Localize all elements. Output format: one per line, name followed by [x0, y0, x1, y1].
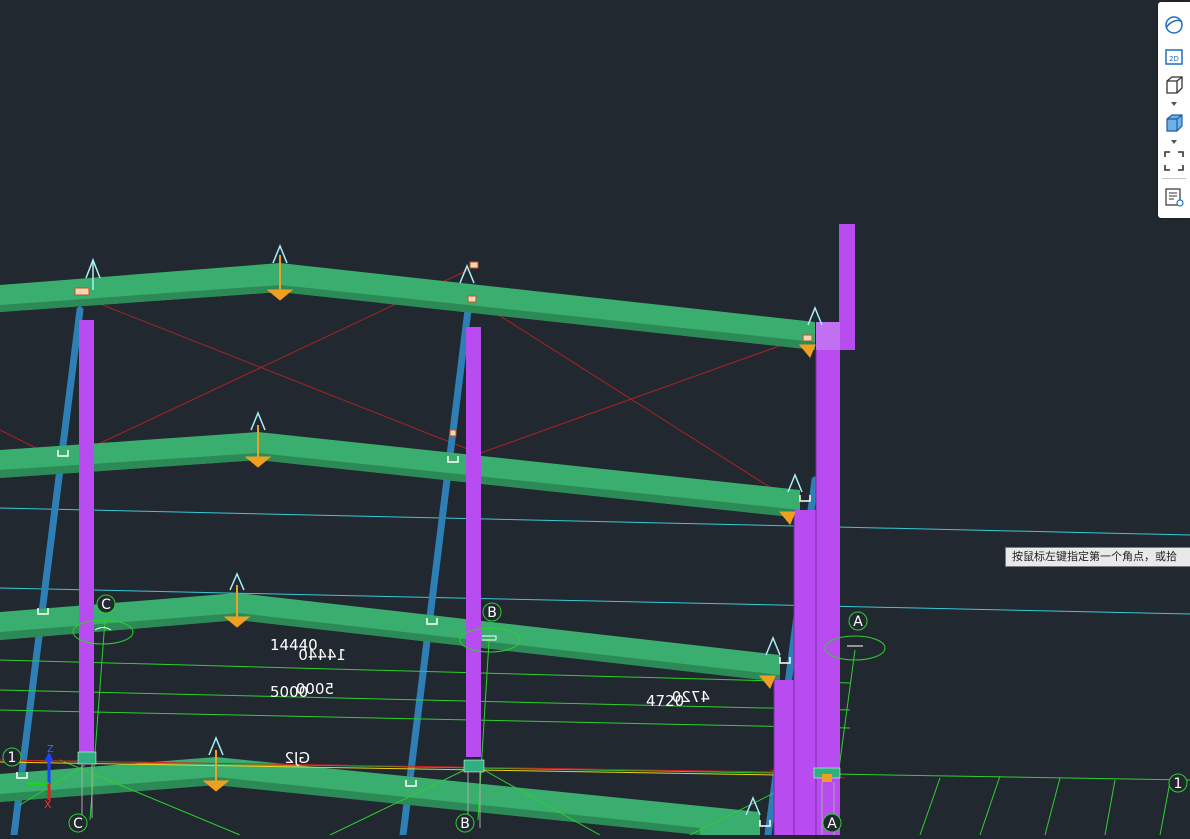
grid-bubble-a-bottom: A: [827, 816, 837, 832]
visual-style-button[interactable]: [1161, 110, 1187, 136]
model-viewport[interactable]: C B A C B A 1 1 14440 14440 5000 5000 47…: [0, 0, 1190, 839]
properties-button[interactable]: [1161, 184, 1187, 210]
navigation-toolbar: 2D: [1158, 2, 1190, 218]
orbit-icon: [1165, 16, 1183, 34]
grid-bubble-1-left: 1: [8, 750, 17, 766]
shaded-cube-icon: [1166, 114, 1183, 132]
list-view-icon: [1165, 188, 1184, 207]
model-canvas[interactable]: C B A C B A 1 1 14440 14440 5000 5000 47…: [0, 0, 1190, 839]
view-cube-button[interactable]: [1161, 72, 1187, 98]
grid-bubble-c-top: C: [101, 597, 111, 613]
command-tooltip: 按鼠标左键指定第一个角点，或拾: [1005, 547, 1190, 567]
grid-bubble-1-right: 1: [1174, 776, 1183, 792]
zoom-extents-icon: [1164, 151, 1184, 171]
ucs-x-label: X: [44, 798, 52, 811]
dim-5000-mirrored-label: 5000: [296, 680, 334, 698]
view-2d-button[interactable]: 2D: [1161, 44, 1187, 70]
view-2d-icon: 2D: [1165, 49, 1183, 65]
grid-bubble-b-top: B: [487, 605, 497, 621]
wireframe-cube-icon: [1166, 76, 1183, 94]
grid-bubble-a-top: A: [853, 614, 863, 630]
zoom-extents-button[interactable]: [1161, 148, 1187, 174]
chevron-down-icon[interactable]: [1170, 101, 1178, 107]
orbit-button[interactable]: [1161, 12, 1187, 38]
member-label-gj2: GJ2: [284, 749, 310, 767]
grid-bubble-b-bottom: B: [460, 816, 470, 832]
grid-bubble-c-bottom: C: [73, 816, 83, 832]
chevron-down-icon[interactable]: [1170, 139, 1178, 145]
svg-text:2D: 2D: [1169, 55, 1179, 63]
dim-14440-mirrored-label: 14440: [298, 646, 346, 664]
toolbar-divider: [1162, 178, 1186, 179]
ucs-z-label: Z: [47, 744, 54, 755]
dim-4720-mirrored-label: 4720: [672, 688, 710, 706]
